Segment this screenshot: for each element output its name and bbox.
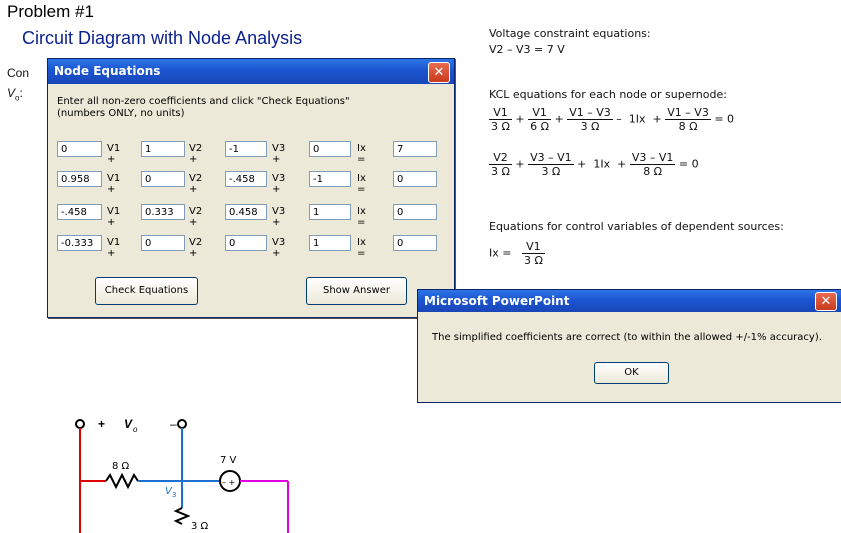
svg-text:7 V: 7 V [220,455,237,466]
coefficient-input-v2[interactable]: 1 [141,141,185,157]
resistor-3ohm [173,507,191,525]
svg-text:V: V [124,417,133,431]
dialog-close-button[interactable]: ✕ [428,62,450,83]
voltage-heading: Voltage constraint equations: [489,27,651,40]
coefficient-label-v3: V3 + [272,173,286,195]
coefficient-label-ix: Ix = [357,206,366,228]
coefficient-input-rhs[interactable]: 7 [393,141,437,157]
instruction-line-1: Enter all non-zero coefficients and clic… [57,96,350,107]
svg-text:8 Ω: 8 Ω [112,461,130,472]
slide-title: Problem #1 [7,2,94,21]
node-equations-dialog: Node Equations ✕ Enter all non-zero coef… [47,58,455,318]
coefficient-label-v3: V3 + [272,143,286,165]
show-answer-button[interactable]: Show Answer [306,277,407,305]
coefficient-input-v1[interactable]: -0.333 [57,235,102,251]
slide-hidden-vo: Vo: [7,86,23,103]
slide-hidden-text: Con [7,66,30,80]
kcl-equation-1: V1 3 Ω + V1 6 Ω + V1 – V3 3 Ω – 1Ix + V1 – … [489,106,735,133]
svg-text:–: – [170,417,177,431]
dialog-title: Node Equations [54,64,161,78]
coefficient-label-v2: V2 + [189,237,203,259]
msgbox-title: Microsoft PowerPoint [424,294,570,308]
terminal-left [75,419,85,429]
coefficient-input-ix[interactable]: 1 [309,204,351,220]
msgbox-close-button[interactable]: ✕ [815,292,837,311]
coefficient-label-v1: V1 + [107,173,121,195]
svg-text:3: 3 [172,491,176,499]
resistor-8ohm [105,472,139,490]
coefficient-input-rhs[interactable]: 0 [393,171,437,187]
msgbox-titlebar[interactable]: Microsoft PowerPoint ✕ [418,290,841,312]
coefficient-label-v1: V1 + [107,143,121,165]
check-equations-button[interactable]: Check Equations [95,277,198,305]
kcl-heading: KCL equations for each node or supernode… [489,88,727,101]
svg-text:– +: – + [222,478,235,487]
terminal-right [177,419,187,429]
voltage-equation: V2 – V3 = 7 V [489,43,565,56]
coefficient-label-ix: Ix = [357,143,366,165]
coefficient-input-rhs[interactable]: 0 [393,235,437,251]
svg-text:3 Ω: 3 Ω [191,521,209,532]
slide-subtitle: Circuit Diagram with Node Analysis [22,28,303,48]
svg-text:o: o [133,425,138,434]
coefficient-label-v3: V3 + [272,206,286,228]
coefficient-input-ix[interactable]: 0 [309,141,351,157]
coefficient-label-v3: V3 + [272,237,286,259]
coefficient-input-v2[interactable]: 0 [141,171,185,187]
coefficient-input-v1[interactable]: 0.958 [57,171,102,187]
instruction-line-2: (numbers ONLY, no units) [57,108,185,119]
coefficient-input-v3[interactable]: -1 [225,141,267,157]
powerpoint-message-box: Microsoft PowerPoint ✕ The simplified co… [417,289,841,403]
coefficient-input-v3[interactable]: -.458 [225,171,267,187]
coefficient-input-v2[interactable]: 0.333 [141,204,185,220]
coefficient-input-v2[interactable]: 0 [141,235,185,251]
coefficient-label-v2: V2 + [189,143,203,165]
circuit-diagram: + – V o 8 Ω 3 Ω 7 V – + V 3 [75,417,289,533]
coefficient-label-v1: V1 + [107,206,121,228]
coefficient-input-ix[interactable]: 1 [309,235,351,251]
coefficient-label-ix: Ix = [357,173,366,195]
control-heading: Equations for control variables of depen… [489,220,784,233]
coefficient-input-v3[interactable]: 0 [225,235,267,251]
dialog-titlebar[interactable]: Node Equations ✕ [48,59,454,84]
coefficient-label-v2: V2 + [189,206,203,228]
coefficient-input-v1[interactable]: 0 [57,141,102,157]
kcl-equation-2: V2 3 Ω + V3 – V1 3 Ω + 1Ix + V3 – V1 8 Ω = … [489,151,699,178]
svg-text:+: + [98,417,105,431]
coefficient-input-v3[interactable]: 0.458 [225,204,267,220]
coefficient-label-ix: Ix = [357,237,366,259]
coefficient-input-v1[interactable]: -.458 [57,204,102,220]
control-equation: Ix = V1 3 Ω [489,240,545,267]
coefficient-input-ix[interactable]: -1 [309,171,351,187]
msgbox-message: The simplified coefficients are correct … [432,332,822,343]
dialog-instructions: Enter all non-zero coefficients and clic… [57,96,350,120]
coefficient-input-rhs[interactable]: 0 [393,204,437,220]
coefficient-label-v1: V1 + [107,237,121,259]
ok-button[interactable]: OK [594,362,669,384]
coefficient-label-v2: V2 + [189,173,203,195]
